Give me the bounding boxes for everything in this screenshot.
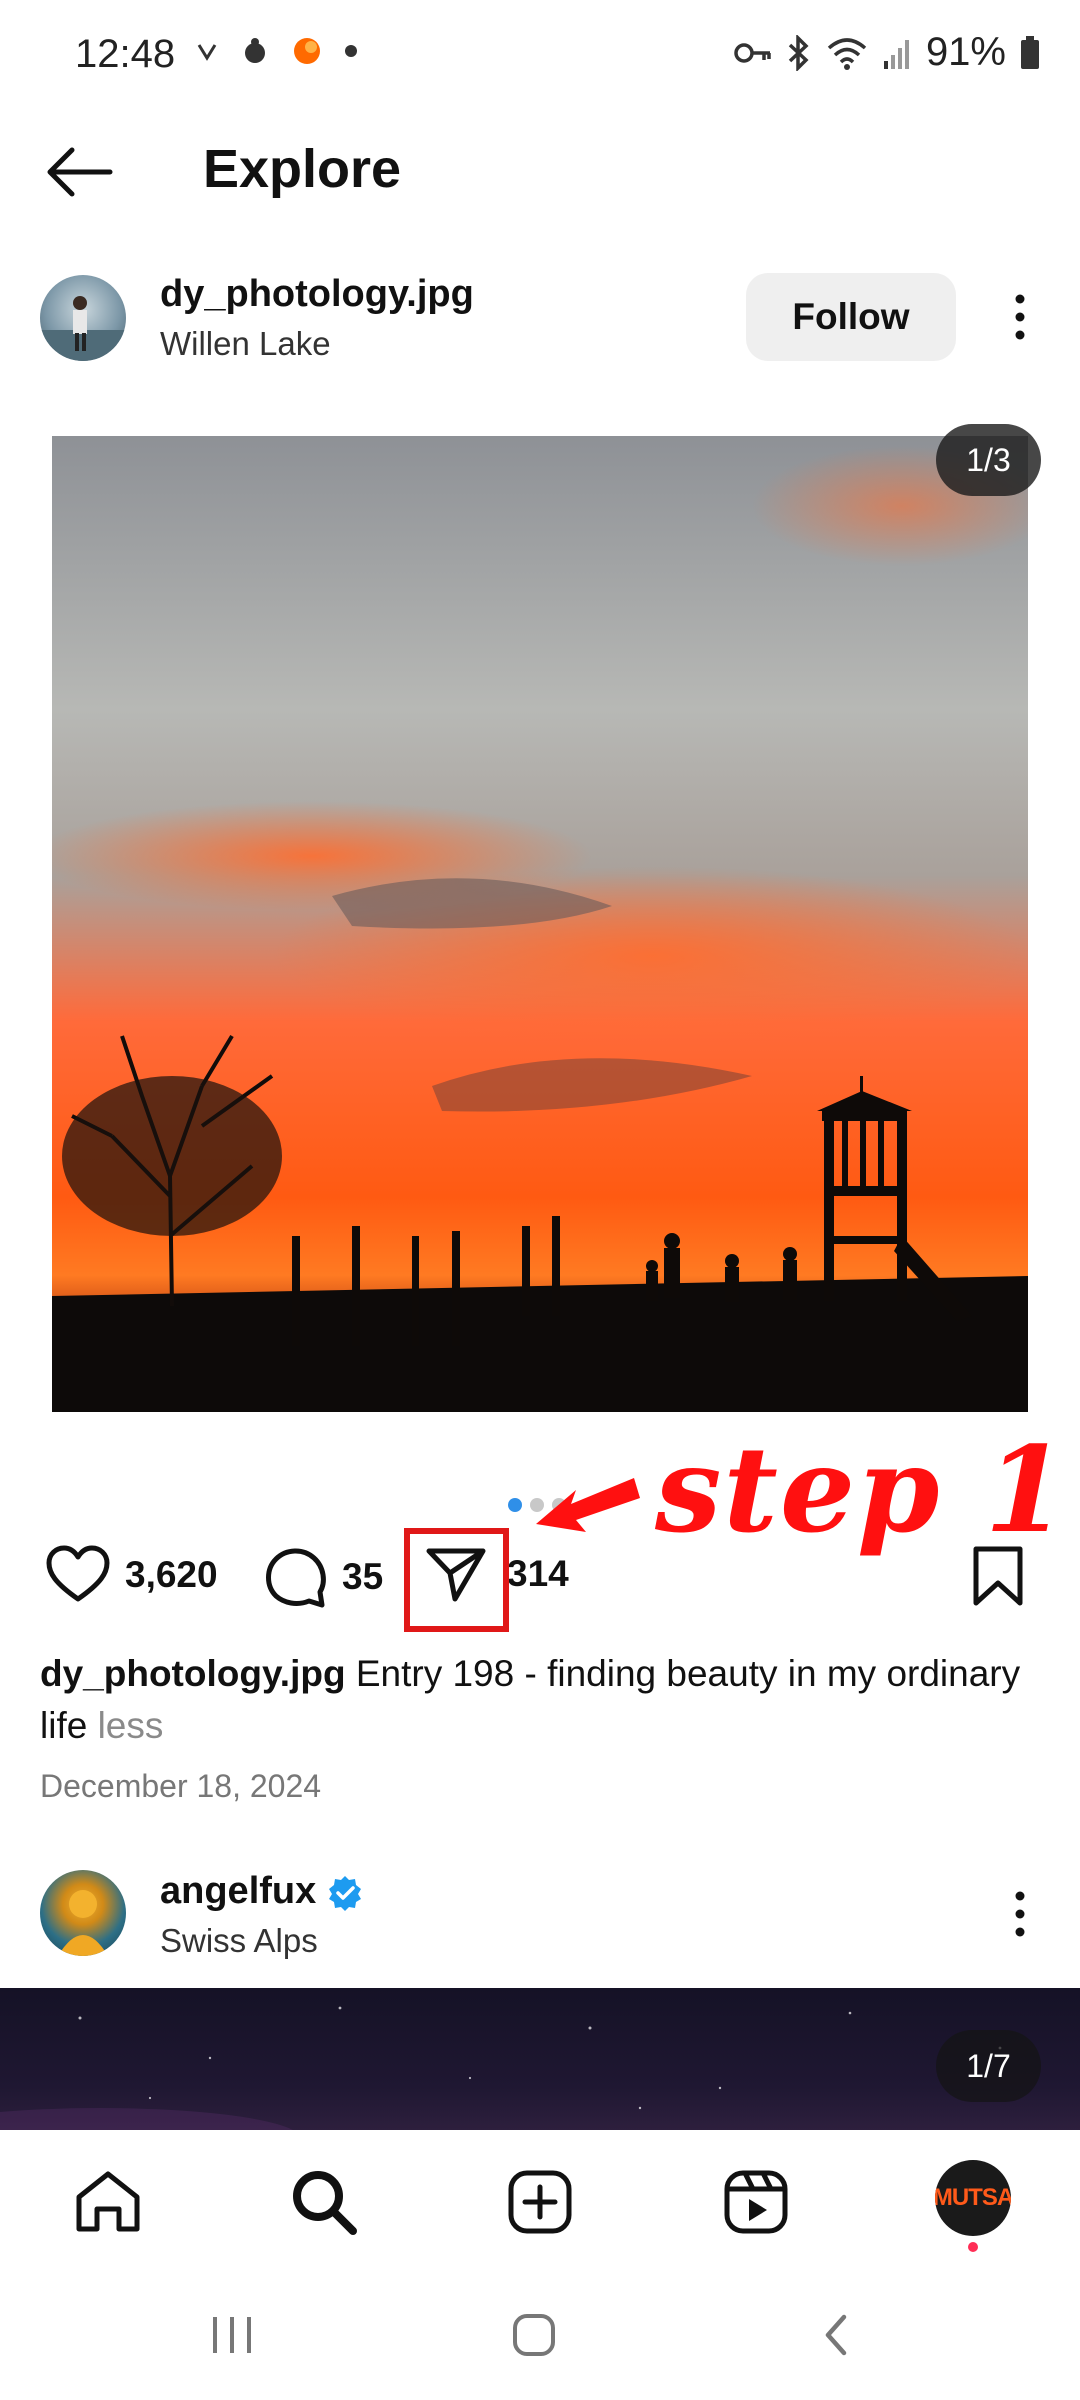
nav-home-button[interactable] bbox=[68, 2162, 148, 2242]
share-count: 314 bbox=[507, 1553, 569, 1594]
nav-search-button[interactable] bbox=[284, 2162, 364, 2242]
caption-username[interactable]: dy_photology.jpg bbox=[40, 1653, 346, 1694]
comment-button[interactable]: 35 bbox=[262, 1545, 383, 1609]
post2-photo[interactable] bbox=[0, 1988, 1080, 2130]
home-icon bbox=[76, 2171, 140, 2232]
avatar[interactable] bbox=[40, 1870, 126, 1956]
wifi-icon bbox=[827, 37, 867, 70]
page-title: Explore bbox=[203, 139, 402, 199]
post2-header: angelfux Swiss Alps bbox=[0, 1870, 1080, 1970]
v-icon bbox=[197, 44, 217, 61]
create-icon bbox=[508, 2170, 572, 2234]
dot-icon bbox=[345, 45, 357, 57]
reels-icon bbox=[724, 2170, 788, 2234]
home-button-icon bbox=[513, 2314, 555, 2356]
profile-notification-dot bbox=[968, 2242, 978, 2252]
verified-badge-icon bbox=[329, 1875, 362, 1911]
bluetooth-icon bbox=[788, 34, 809, 71]
back-icon bbox=[825, 2314, 847, 2356]
avatar-image bbox=[40, 296, 126, 361]
like-button[interactable]: 3,620 bbox=[45, 1545, 218, 1605]
annotation-arrow-icon bbox=[536, 1478, 640, 1532]
nav-create-button[interactable] bbox=[500, 2162, 580, 2242]
back-button[interactable] bbox=[40, 142, 120, 202]
orange-dot-icon bbox=[294, 38, 320, 64]
post2-more-options-button[interactable] bbox=[1000, 1884, 1040, 1944]
app-notification-icon bbox=[245, 38, 265, 63]
explore-header: Explore bbox=[0, 120, 1080, 230]
nav-reels-button[interactable] bbox=[716, 2162, 796, 2242]
post-date: December 18, 2024 bbox=[40, 1768, 322, 1804]
system-navigation bbox=[0, 2270, 1080, 2400]
post-username[interactable]: dy_photology.jpg bbox=[160, 273, 474, 316]
comment-count: 35 bbox=[342, 1556, 384, 1597]
post-location[interactable]: Willen Lake bbox=[160, 325, 331, 363]
arrow-left-icon bbox=[47, 147, 113, 197]
post2-username[interactable]: angelfux bbox=[160, 1870, 364, 1913]
comment-icon bbox=[266, 1548, 326, 1608]
more-options-button[interactable] bbox=[1000, 287, 1040, 347]
post-header: dy_photology.jpg Willen Lake Follow bbox=[0, 265, 1080, 375]
caption-less-link[interactable]: less bbox=[98, 1705, 164, 1746]
recents-icon bbox=[213, 2317, 251, 2353]
avatar-image bbox=[58, 1890, 108, 1956]
sunset-photo bbox=[52, 436, 1028, 1412]
system-back-button[interactable] bbox=[796, 2300, 876, 2370]
post2-page-counter: 1/7 bbox=[936, 2030, 1041, 2102]
follow-button[interactable]: Follow bbox=[746, 273, 956, 361]
system-recents-button[interactable] bbox=[192, 2300, 272, 2370]
battery-percentage: 91% bbox=[925, 30, 1006, 74]
more-vertical-icon bbox=[1015, 1891, 1025, 1937]
battery-icon bbox=[1021, 35, 1039, 69]
key-icon bbox=[734, 42, 771, 63]
search-icon bbox=[293, 2171, 357, 2235]
carousel-page-counter: 1/3 bbox=[936, 424, 1041, 496]
annotation-highlight-box bbox=[404, 1528, 509, 1632]
post2-location[interactable]: Swiss Alps bbox=[160, 1922, 318, 1960]
system-home-button[interactable] bbox=[494, 2300, 574, 2370]
status-time: 12:48 bbox=[75, 32, 176, 76]
status-notification-icons bbox=[196, 36, 358, 66]
post-photo[interactable] bbox=[52, 436, 1028, 1412]
bottom-navigation: MUTSA bbox=[0, 2130, 1080, 2270]
avatar[interactable] bbox=[40, 275, 126, 361]
carousel-dot-active bbox=[508, 1498, 522, 1512]
post2-username-text: angelfux bbox=[160, 1870, 317, 1912]
signal-icon bbox=[883, 39, 909, 69]
like-count: 3,620 bbox=[125, 1554, 218, 1595]
post-caption: dy_photology.jpg Entry 198 - finding bea… bbox=[40, 1648, 1040, 1752]
heart-icon bbox=[46, 1545, 110, 1602]
night-sky-photo bbox=[0, 2006, 1002, 2130]
more-vertical-icon bbox=[1015, 294, 1025, 340]
status-right-icons: 91% bbox=[734, 30, 1040, 75]
status-bar: 12:48 91% bbox=[0, 0, 1080, 110]
nav-profile-avatar[interactable]: MUTSA bbox=[935, 2160, 1011, 2236]
annotation-step-label: step 1 bbox=[655, 1420, 1069, 1559]
